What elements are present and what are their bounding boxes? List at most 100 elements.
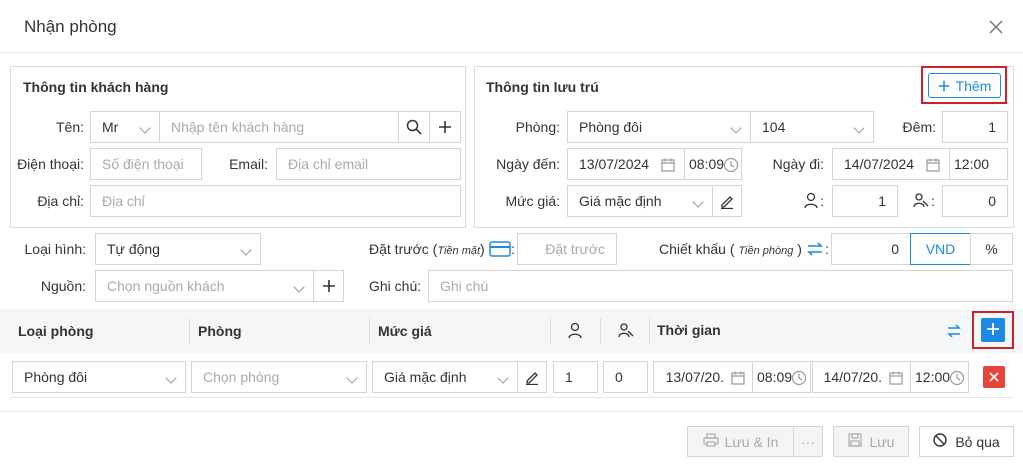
calendar-icon — [888, 370, 904, 386]
deposit-label: Đặt trước (Tiền mặt) — [369, 241, 485, 257]
row-room-select[interactable]: Chọn phòng — [191, 361, 367, 393]
deposit-colon: : — [511, 241, 515, 257]
type-value: Tự động — [107, 241, 160, 257]
card-icon[interactable] — [489, 241, 511, 260]
chevron-down-icon — [293, 281, 305, 293]
currency-vnd-button[interactable]: VND — [910, 233, 971, 265]
save-label: Lưu — [869, 433, 895, 450]
address-input[interactable]: Địa chỉ — [90, 185, 461, 217]
row-to-time-value: 12:00 — [915, 369, 951, 385]
swap-icon[interactable] — [946, 323, 962, 342]
name-label: Tên: — [55, 119, 84, 135]
plus-icon — [321, 278, 337, 294]
stay-panel-title: Thông tin lưu trú — [486, 79, 599, 95]
discount-hint: Tiền phòng — [738, 245, 794, 257]
save-print-button[interactable]: Lưu & In — [687, 426, 794, 457]
delete-row-button[interactable] — [983, 366, 1005, 388]
customer-panel-title: Thông tin khách hàng — [23, 79, 169, 95]
chevron-down-icon — [692, 196, 704, 208]
clock-icon — [949, 370, 965, 386]
child-icon — [912, 192, 930, 213]
printer-icon — [703, 433, 719, 450]
clock-icon — [723, 157, 739, 173]
currency-percent-button[interactable]: % — [970, 233, 1013, 265]
arrival-time-value: 08:09 — [689, 156, 725, 172]
adults-input[interactable]: 1 — [832, 185, 898, 217]
column-divider — [369, 318, 370, 344]
deposit-input[interactable]: Đặt trước — [517, 233, 617, 265]
table-header — [0, 309, 1023, 353]
departure-label: Ngày đi: — [772, 156, 824, 172]
row-from-date-input[interactable]: 13/07/20. — [653, 361, 753, 393]
pencil-icon — [719, 193, 735, 209]
chevron-down-icon — [240, 244, 252, 256]
source-select[interactable]: Chọn nguồn khách — [95, 270, 314, 302]
skip-button[interactable]: Bỏ qua — [919, 426, 1014, 457]
arrival-time-input[interactable]: 08:09 — [684, 148, 742, 180]
chevron-down-icon — [497, 372, 509, 384]
column-divider — [189, 318, 190, 344]
close-icon[interactable] — [986, 17, 1006, 37]
row-to-date-input[interactable]: 14/07/20. — [812, 361, 911, 393]
edit-price-button[interactable] — [712, 185, 742, 217]
column-divider — [550, 318, 551, 344]
row-room-type-value: Phòng đôi — [24, 369, 88, 385]
email-label: Email: — [229, 156, 268, 172]
row-room-type-select[interactable]: Phòng đôi — [12, 361, 186, 393]
chevron-down-icon — [165, 372, 177, 384]
adult-icon — [567, 322, 583, 343]
calendar-icon — [730, 370, 746, 386]
salutation-value: Mr — [102, 119, 119, 135]
arrival-date-input[interactable]: 13/07/2024 — [567, 148, 685, 180]
more-options-button[interactable]: ··· — [793, 426, 823, 457]
departure-time-value: 12:00 — [954, 156, 990, 172]
salutation-select[interactable]: Mr — [90, 111, 160, 143]
add-stay-button[interactable]: Thêm — [928, 73, 1001, 98]
phone-input[interactable]: Số điện thoại — [90, 148, 202, 180]
column-divider — [649, 318, 650, 344]
departure-time-input[interactable]: 12:00 — [949, 148, 1008, 180]
row-price-select[interactable]: Giá mặc định — [372, 361, 518, 393]
type-label: Loại hình: — [24, 241, 87, 257]
row-room-value: Chọn phòng — [203, 369, 280, 385]
add-row-button[interactable] — [981, 318, 1005, 342]
deposit-hint: Tiền mặt — [437, 245, 481, 257]
row-children-input[interactable]: 0 — [603, 361, 648, 393]
row-from-date-value: 13/07/20. — [665, 369, 724, 385]
type-select[interactable]: Tự động — [95, 233, 261, 265]
add-customer-button[interactable] — [429, 111, 461, 143]
row-from-time-input[interactable]: 08:09 — [752, 361, 811, 393]
row-to-time-input[interactable]: 12:00 — [910, 361, 969, 393]
children-input[interactable]: 0 — [942, 185, 1008, 217]
departure-date-input[interactable]: 14/07/2024 — [832, 148, 950, 180]
chevron-down-icon — [730, 122, 742, 134]
arrival-date-value: 13/07/2024 — [579, 156, 650, 172]
col-price: Mức giá — [378, 323, 432, 339]
column-divider — [600, 318, 601, 344]
row-adults-input[interactable]: 1 — [553, 361, 598, 393]
save-button[interactable]: Lưu — [833, 426, 909, 457]
discount-input[interactable]: 0 — [831, 233, 911, 265]
room-number-select[interactable]: 104 — [750, 111, 874, 143]
customer-name-input[interactable]: Nhập tên khách hàng — [159, 111, 399, 143]
col-room-type: Loại phòng — [18, 323, 94, 339]
child-colon: : — [931, 193, 935, 209]
calendar-icon — [660, 157, 676, 173]
row-from-time-value: 08:09 — [757, 369, 793, 385]
add-source-button[interactable] — [313, 270, 344, 302]
row-edit-price-button[interactable] — [517, 361, 547, 393]
search-customer-button[interactable] — [398, 111, 430, 143]
phone-label: Điện thoại: — [17, 156, 84, 172]
room-type-select[interactable]: Phòng đôi — [567, 111, 751, 143]
email-input[interactable]: Địa chỉ email — [276, 148, 461, 180]
address-label: Địa chỉ: — [37, 193, 84, 209]
nights-input[interactable]: 1 — [942, 111, 1008, 143]
deposit-label-text: Đặt trước — [369, 241, 429, 257]
note-input[interactable]: Ghi chú — [428, 270, 1013, 302]
clock-icon — [791, 370, 807, 386]
col-time: Thời gian — [657, 322, 721, 338]
price-select[interactable]: Giá mặc định — [567, 185, 713, 217]
swap-icon[interactable] — [806, 241, 824, 260]
save-print-label: Lưu & In — [724, 433, 779, 450]
footer-divider — [0, 411, 1023, 412]
